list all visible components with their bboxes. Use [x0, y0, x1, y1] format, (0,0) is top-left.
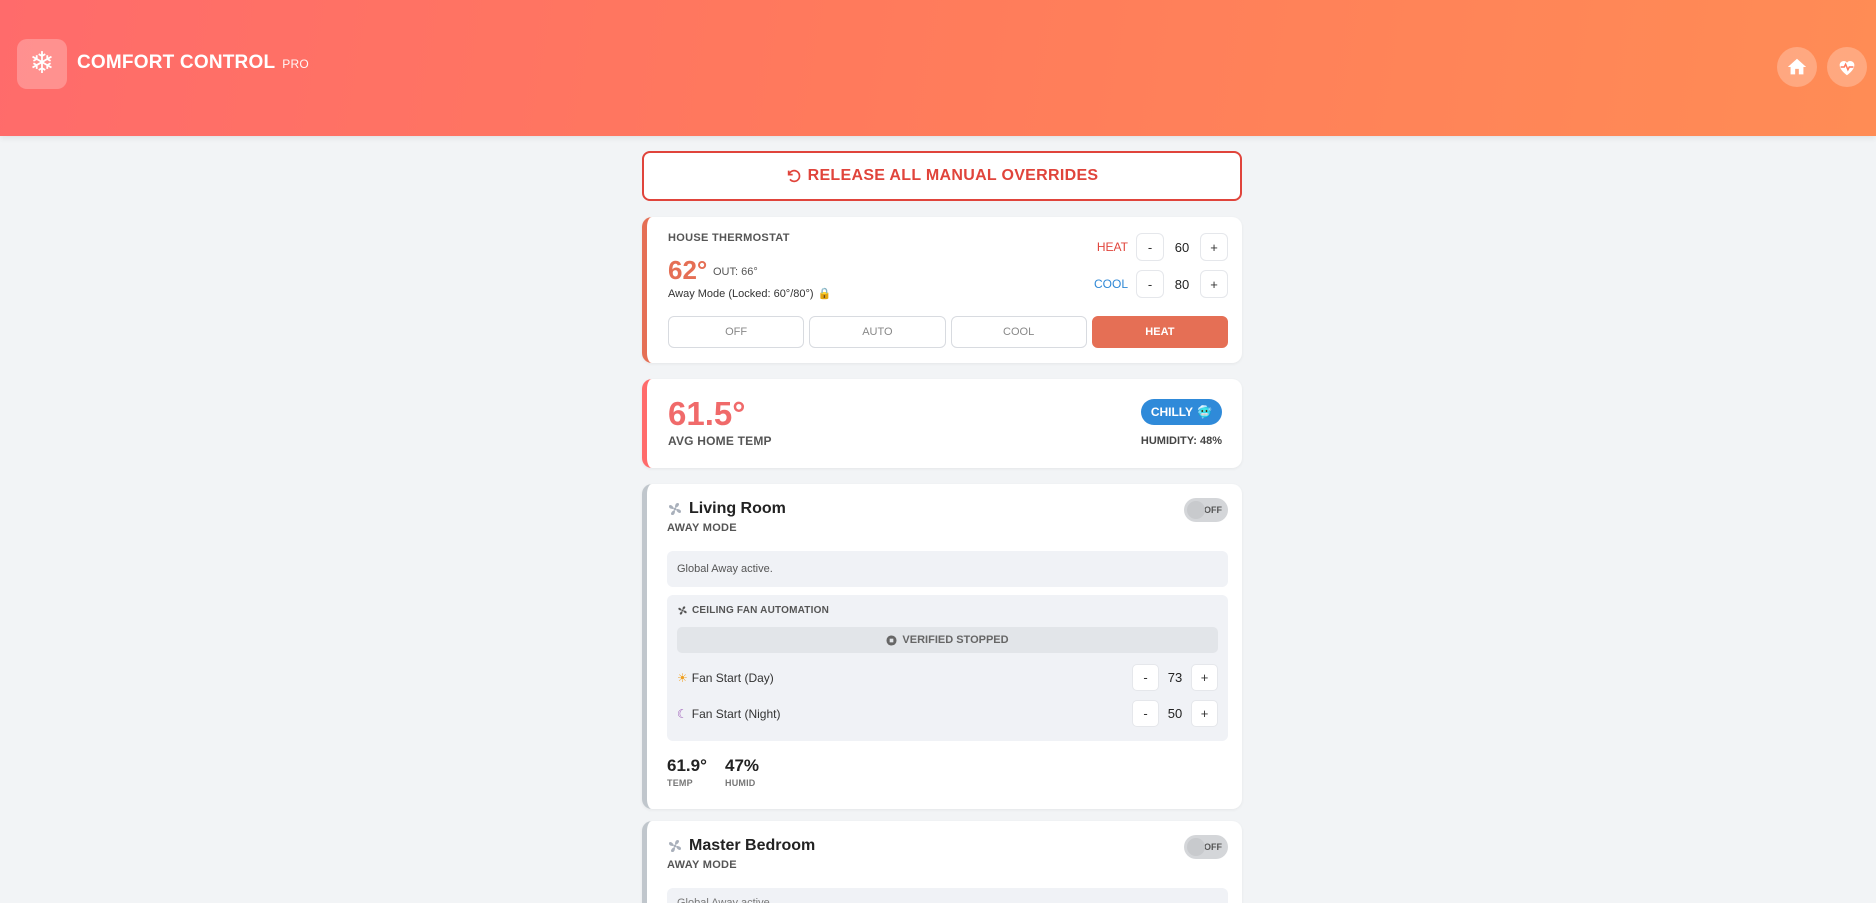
- sun-icon: ☀: [677, 670, 688, 685]
- cold-face-icon: 🥶: [1197, 405, 1212, 419]
- room-toggle[interactable]: OFF: [1184, 498, 1228, 522]
- room-title: Living Room: [667, 500, 786, 518]
- fan-night-value: 50: [1167, 706, 1183, 721]
- room-mode: AWAY MODE: [667, 522, 737, 534]
- away-mode-text: Away Mode (Locked: 60°/80°): [668, 287, 814, 300]
- fan-start-night-row: ☾ Fan Start (Night) - 50 +: [677, 700, 1218, 727]
- fan-status-text: VERIFIED STOPPED: [902, 634, 1009, 646]
- undo-icon: [787, 169, 800, 183]
- avg-temp-card: 61.5° AVG HOME TEMP CHILLY 🥶 HUMIDITY: 4…: [642, 379, 1242, 468]
- snowflake-icon: ❄: [17, 39, 67, 89]
- room-title: Master Bedroom: [667, 837, 815, 855]
- room-info: Global Away active.: [667, 888, 1228, 903]
- health-button[interactable]: [1827, 47, 1867, 87]
- fan-icon: [669, 503, 681, 515]
- pro-badge: PRO: [282, 57, 309, 71]
- room-mode: AWAY MODE: [667, 859, 737, 871]
- avg-home-temp-label: AVG HOME TEMP: [668, 434, 772, 448]
- cool-value: 80: [1174, 276, 1190, 292]
- home-button[interactable]: [1777, 47, 1817, 87]
- mode-off-button[interactable]: OFF: [668, 316, 805, 348]
- fan-start-night-label: Fan Start (Night): [691, 706, 781, 721]
- room-name: Living Room: [689, 500, 786, 517]
- ceiling-fan-automation-panel: CEILING FAN AUTOMATION VERIFIED STOPPED …: [667, 595, 1228, 741]
- room-name: Master Bedroom: [689, 837, 816, 854]
- room-temp-stat: 61.9° TEMP: [667, 756, 707, 788]
- house-thermostat-card: HOUSE THERMOSTAT 62° OUT: 66° Away Mode …: [642, 217, 1242, 363]
- away-mode-status: Away Mode (Locked: 60°/80°) 🔒: [668, 287, 832, 301]
- room-temp-label: TEMP: [667, 778, 693, 788]
- mode-auto-button[interactable]: AUTO: [809, 316, 946, 348]
- room-card-master-bedroom: Master Bedroom AWAY MODE OFF Global Away…: [642, 821, 1242, 903]
- fan-status-bar: VERIFIED STOPPED: [677, 627, 1218, 653]
- heat-setpoint: HEAT - 60 +: [1097, 233, 1228, 261]
- heat-increase-button[interactable]: +: [1200, 233, 1228, 261]
- cool-setpoint: COOL - 80 +: [1094, 270, 1228, 298]
- cool-increase-button[interactable]: +: [1200, 270, 1228, 298]
- app-title-text: COMFORT CONTROL: [77, 52, 276, 73]
- fan-automation-title: CEILING FAN AUTOMATION: [677, 605, 829, 616]
- comfort-status-text: CHILLY: [1150, 405, 1194, 419]
- moon-icon: ☾: [677, 706, 688, 721]
- comfort-status-badge: CHILLY 🥶: [1140, 399, 1222, 425]
- outside-temp: OUT: 66°: [713, 266, 758, 278]
- fan-icon: [669, 840, 681, 852]
- room-info: Global Away active.: [667, 551, 1228, 587]
- room-humid-label: HUMID: [725, 778, 756, 788]
- release-overrides-button[interactable]: RELEASE ALL MANUAL OVERRIDES: [642, 151, 1242, 201]
- heat-decrease-button[interactable]: -: [1136, 233, 1164, 261]
- home-icon: [1787, 58, 1807, 75]
- fan-day-increase-button[interactable]: +: [1191, 664, 1218, 691]
- mode-cool-button[interactable]: COOL: [950, 316, 1087, 348]
- room-humid-stat: 47% HUMID: [725, 756, 759, 788]
- heat-label: HEAT: [1096, 240, 1128, 254]
- fan-start-day-row: ☀ Fan Start (Day) - 73 +: [677, 664, 1218, 691]
- thermostat-label: HOUSE THERMOSTAT: [668, 232, 790, 244]
- fan-day-value: 73: [1167, 670, 1183, 685]
- avg-home-temp: 61.5°: [668, 395, 746, 432]
- room-toggle[interactable]: OFF: [1184, 835, 1228, 859]
- fan-small-icon: [678, 606, 687, 615]
- cool-label: COOL: [1093, 277, 1128, 291]
- stop-circle-icon: [886, 634, 897, 646]
- fan-night-increase-button[interactable]: +: [1191, 700, 1218, 727]
- heat-value: 60: [1174, 239, 1190, 255]
- fan-automation-title-text: CEILING FAN AUTOMATION: [692, 605, 829, 616]
- lock-icon: 🔒: [817, 288, 832, 300]
- mode-selector: OFF AUTO COOL HEAT: [668, 316, 1228, 348]
- thermostat-current-temp: 62°: [668, 255, 708, 285]
- fan-night-decrease-button[interactable]: -: [1132, 700, 1159, 727]
- fan-start-day-label: Fan Start (Day): [691, 670, 774, 685]
- room-card-living-room: Living Room AWAY MODE OFF Global Away ac…: [642, 484, 1242, 809]
- cool-decrease-button[interactable]: -: [1136, 270, 1164, 298]
- heart-pulse-icon: [1839, 61, 1855, 76]
- avg-humidity: HUMIDITY: 48%: [1140, 435, 1222, 447]
- mode-heat-button[interactable]: HEAT: [1091, 316, 1228, 348]
- fan-day-decrease-button[interactable]: -: [1132, 664, 1159, 691]
- app-title: COMFORT CONTROL PRO: [77, 52, 309, 74]
- app-header: ❄ COMFORT CONTROL PRO: [0, 0, 1876, 136]
- room-temp-value: 61.9°: [667, 756, 707, 775]
- release-overrides-label: RELEASE ALL MANUAL OVERRIDES: [807, 167, 1099, 184]
- room-humid-value: 47%: [725, 756, 760, 775]
